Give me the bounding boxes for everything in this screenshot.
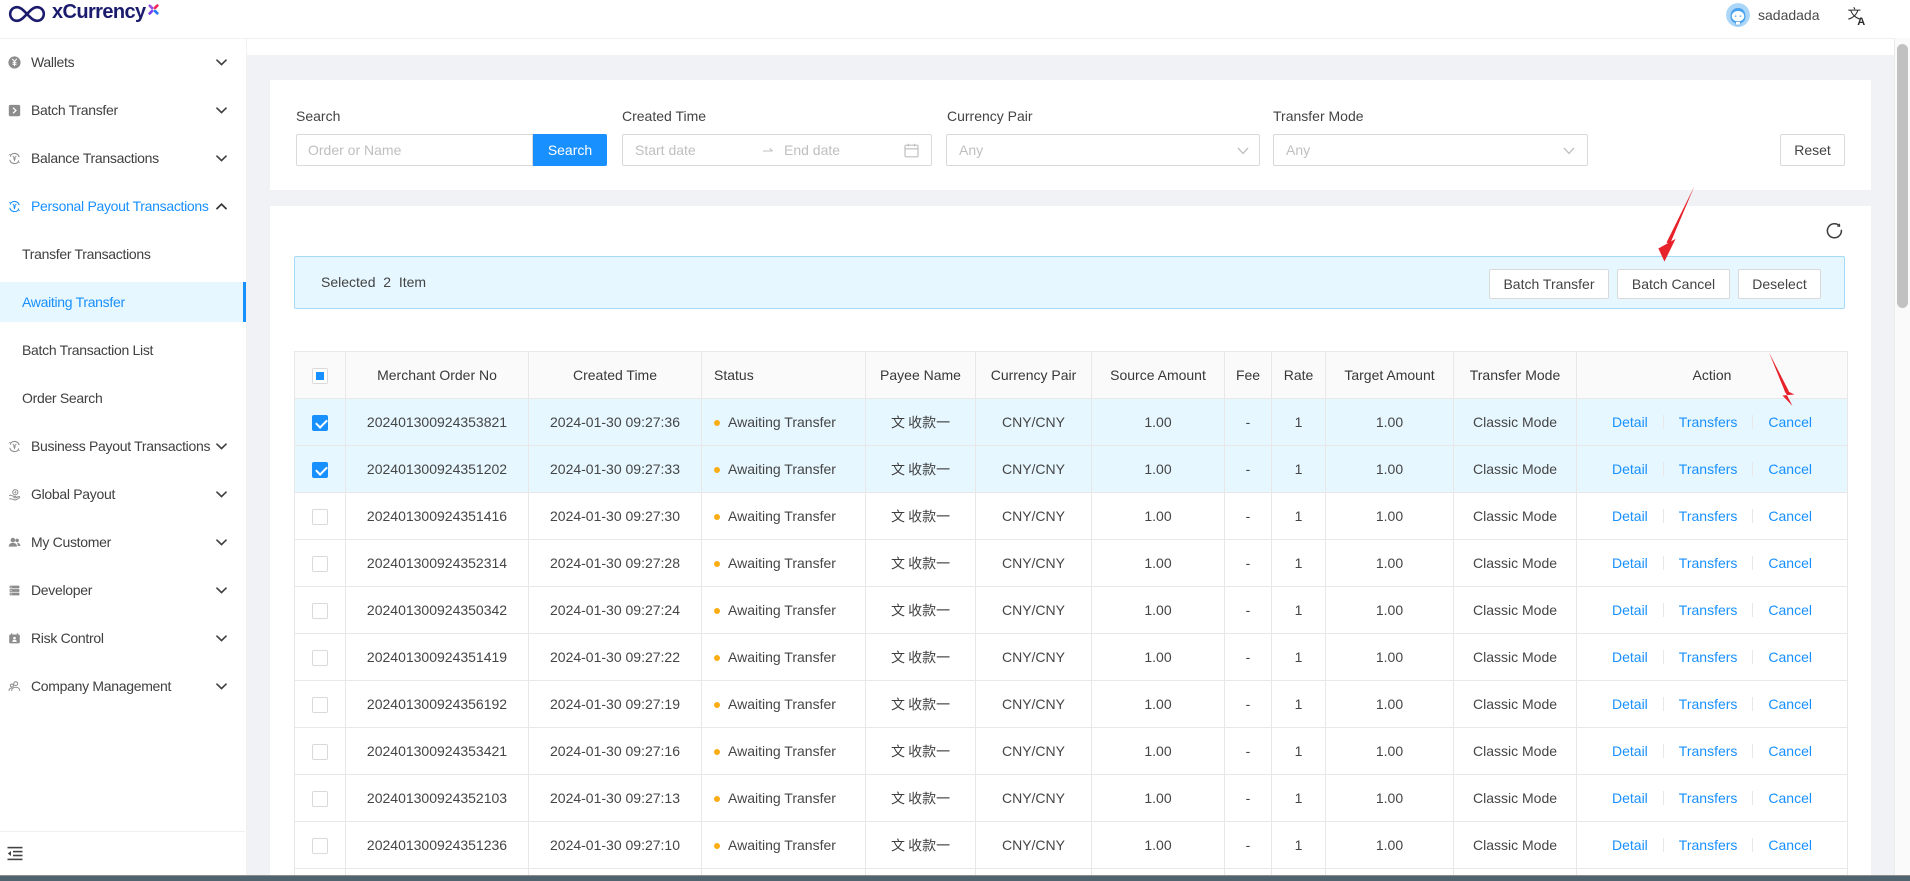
svg-text:A: A (1857, 16, 1865, 26)
